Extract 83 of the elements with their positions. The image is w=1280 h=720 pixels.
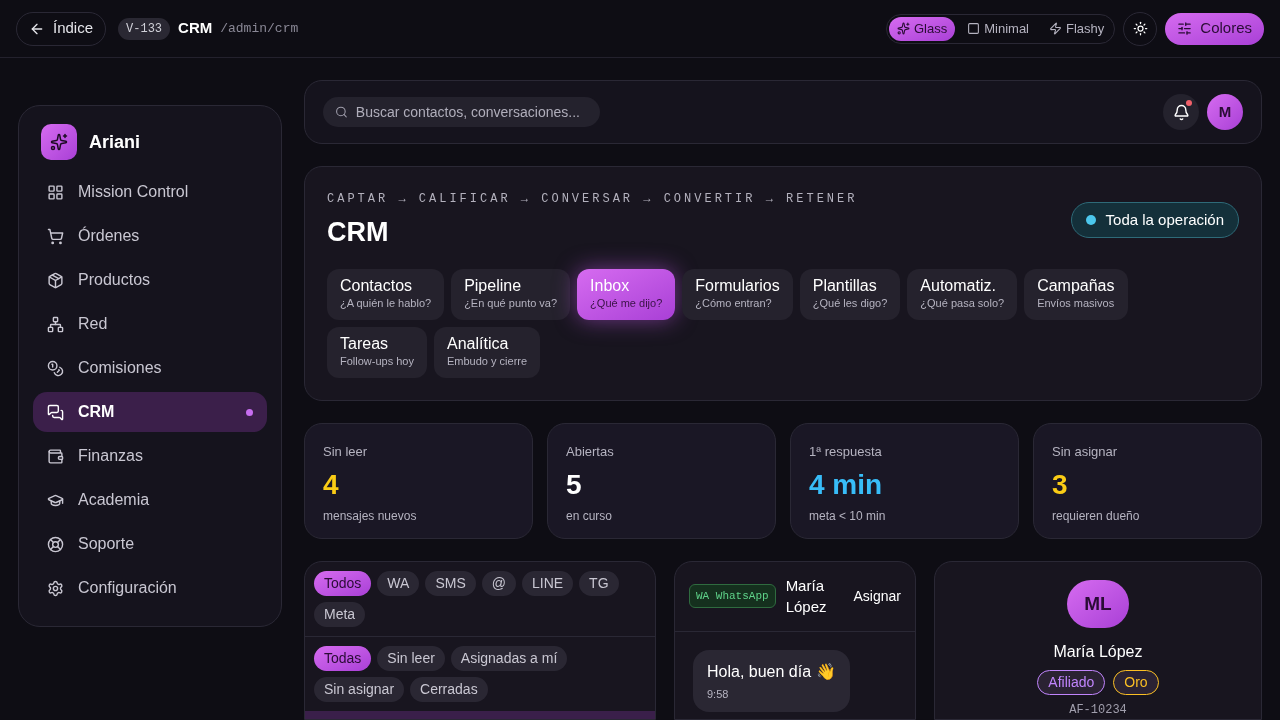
style-option[interactable]: Flashy (1041, 16, 1113, 41)
contact-name: María López (1053, 642, 1143, 662)
stat-label: Sin asignar (1052, 442, 1119, 461)
contact-tag: Oro (1113, 670, 1159, 695)
stat-label: Sin leer (323, 442, 369, 461)
module-tab[interactable]: Plantillas ¿Qué les digo? (799, 268, 901, 320)
chat-contact-name: María López (785, 576, 828, 617)
grid-icon (47, 183, 64, 201)
colors-button[interactable]: Colores (1165, 12, 1264, 45)
page-title: CRM (178, 18, 213, 39)
stat-note: requieren dueño (1052, 508, 1141, 525)
stat-value: 3 (1052, 468, 1069, 502)
sun-icon (1132, 21, 1148, 36)
status-filter-chip[interactable]: Sin asignar (314, 676, 405, 702)
stat-note: meta < 10 min (809, 508, 887, 525)
channel-filter-chip[interactable]: WA (377, 570, 420, 596)
network-icon (47, 315, 64, 333)
cart-icon (47, 227, 64, 245)
funnel-steps: CAPTAR → CALIFICAR → CONVERSAR → CONVERTIR → RETENER (327, 190, 1071, 208)
channel-filter-chip[interactable]: Todos (314, 570, 372, 596)
stat-value: 4 (323, 468, 340, 502)
module-tab[interactable]: Automatiz. ¿Qué pasa solo? (907, 268, 1018, 320)
assign-button[interactable]: Asignar (853, 585, 901, 607)
nav-item[interactable]: Academia (33, 480, 267, 520)
nav-item[interactable]: Finanzas (33, 436, 267, 476)
nav-item[interactable]: Órdenes (33, 216, 267, 256)
nav-item[interactable]: Configuración (33, 568, 267, 608)
box-icon (47, 271, 64, 289)
stat-label: Abiertas (566, 442, 615, 461)
brand-name: Ariani (89, 130, 140, 154)
channel-filter-chip[interactable]: TG (579, 570, 619, 596)
status-filter-chip[interactable]: Todas (314, 645, 372, 671)
scope-badge: Toda la operación (1070, 202, 1239, 238)
user-avatar[interactable]: M (1207, 94, 1243, 130)
module-tab[interactable]: Formularios ¿Cómo entran? (682, 268, 793, 320)
logo-icon (41, 124, 77, 160)
status-filter-chip[interactable]: Cerradas (410, 676, 488, 702)
channel-tag: WA WhatsApp (689, 583, 776, 609)
nav-item[interactable]: Mission Control (33, 172, 267, 212)
contact-id: AF-10234 (1069, 702, 1127, 719)
nav-item[interactable]: Red (33, 304, 267, 344)
module-tab[interactable]: Inbox ¿Qué me dijo? (577, 268, 676, 320)
stat-label: 1ª respuesta (809, 442, 883, 461)
module-tab[interactable]: Pipeline ¿En qué punto va? (451, 268, 571, 320)
channel-filter-chip[interactable]: LINE (521, 570, 574, 596)
sparkles-icon (897, 22, 910, 35)
nav-item[interactable]: Comisiones (33, 348, 267, 388)
wallet-icon (47, 447, 64, 465)
sliders-icon (1177, 21, 1193, 36)
contact-tag: Afiliado (1037, 670, 1106, 695)
stat-value: 4 min (809, 468, 884, 502)
nav-item[interactable]: Productos (33, 260, 267, 300)
channel-filter-chip[interactable]: @ (481, 570, 516, 596)
route-path: /admin/crm (220, 19, 299, 38)
message-bubble: Hola, buen día 👋 9:58 (693, 649, 850, 712)
status-filter-chip[interactable]: Sin leer (377, 645, 445, 671)
section-title: CRM (327, 216, 390, 249)
module-tab[interactable]: Contactos ¿A quién le hablo? (327, 268, 445, 320)
nav-item[interactable]: CRM (33, 392, 267, 432)
module-tab[interactable]: Analítica Embudo y cierre (434, 326, 541, 378)
nav-item[interactable]: Soporte (33, 524, 267, 564)
bell-icon (1172, 103, 1190, 121)
contact-avatar: ML (1067, 579, 1129, 628)
version-badge: V-133 (118, 17, 171, 40)
stat-value: 5 (566, 468, 583, 502)
lightning-icon (1049, 22, 1062, 35)
stat-note: en curso (566, 508, 614, 525)
channel-filter-chip[interactable]: SMS (425, 570, 476, 596)
module-tab[interactable]: Campañas Envíos masivos (1024, 268, 1128, 320)
notifications-button[interactable] (1163, 94, 1199, 130)
chat-icon (47, 403, 64, 421)
module-tab[interactable]: Tareas Follow-ups hoy (327, 326, 427, 378)
coins-icon (47, 359, 64, 377)
style-option[interactable]: Glass (889, 16, 956, 41)
search-icon (335, 105, 348, 119)
square-icon (967, 22, 981, 35)
stat-note: mensajes nuevos (323, 508, 418, 525)
lifebuoy-icon (47, 535, 64, 553)
style-option[interactable]: Minimal (959, 16, 1037, 41)
channel-filter-chip[interactable]: Meta (314, 601, 366, 627)
status-filter-chip[interactable]: Asignadas a mí (450, 645, 568, 671)
settings-icon (47, 579, 64, 597)
search-field[interactable]: Buscar contactos, conversaciones... (323, 97, 600, 127)
